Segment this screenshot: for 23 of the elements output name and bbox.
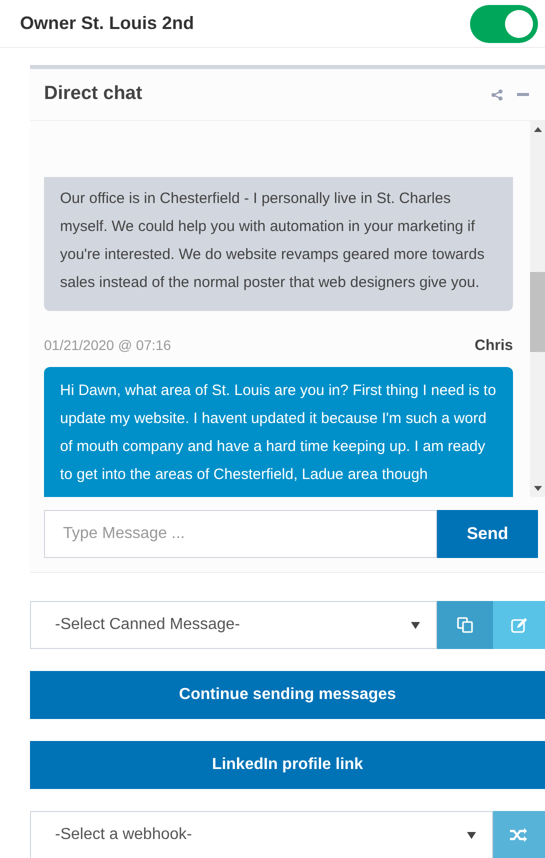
panel-title: Direct chat [44,82,142,106]
shuffle-icon [510,828,528,842]
share-icon[interactable] [491,88,503,100]
toggle-switch[interactable] [470,4,538,42]
edit-icon [511,618,527,632]
edit-button[interactable] [493,601,545,649]
message-bubble: Our office is in Chesterfield - I personally live in St. Charles myself. We could help you with automation in your marketing if you're interested. We do website revamps geared more towards sales instead of the normal poster that web designers give you. [44,176,513,310]
webhook-select[interactable]: -Select a webhook- [30,811,493,858]
message-input[interactable]: Type Message ... [44,510,437,558]
shuffle-button[interactable] [493,811,545,858]
action-button[interactable]: Continue sending messages [30,671,545,719]
message-author: Chris [474,336,513,356]
copy-icon [457,617,473,633]
canned-message-select[interactable]: -Select Canned Message- [30,601,437,649]
scrollbar[interactable] [530,121,545,497]
send-button[interactable]: Send [437,510,538,558]
message-timestamp: 01/21/2020 @ 07:16 [44,336,172,356]
copy-button[interactable] [437,601,493,649]
action-button[interactable]: LinkedIn profile link [30,741,545,789]
page-title: Owner St. Louis 2nd [20,12,194,35]
dropdown-caret-icon [467,832,476,838]
dropdown-caret-icon [411,622,420,628]
message-bubble: Hi Dawn, what area of St. Louis are you in? First thing I need is to update my website. I havent updated it because I'm such a word of mouth company and have a hard time keeping up. I am ready to get into the areas of Chesterfield, Ladue area though [44,367,513,497]
